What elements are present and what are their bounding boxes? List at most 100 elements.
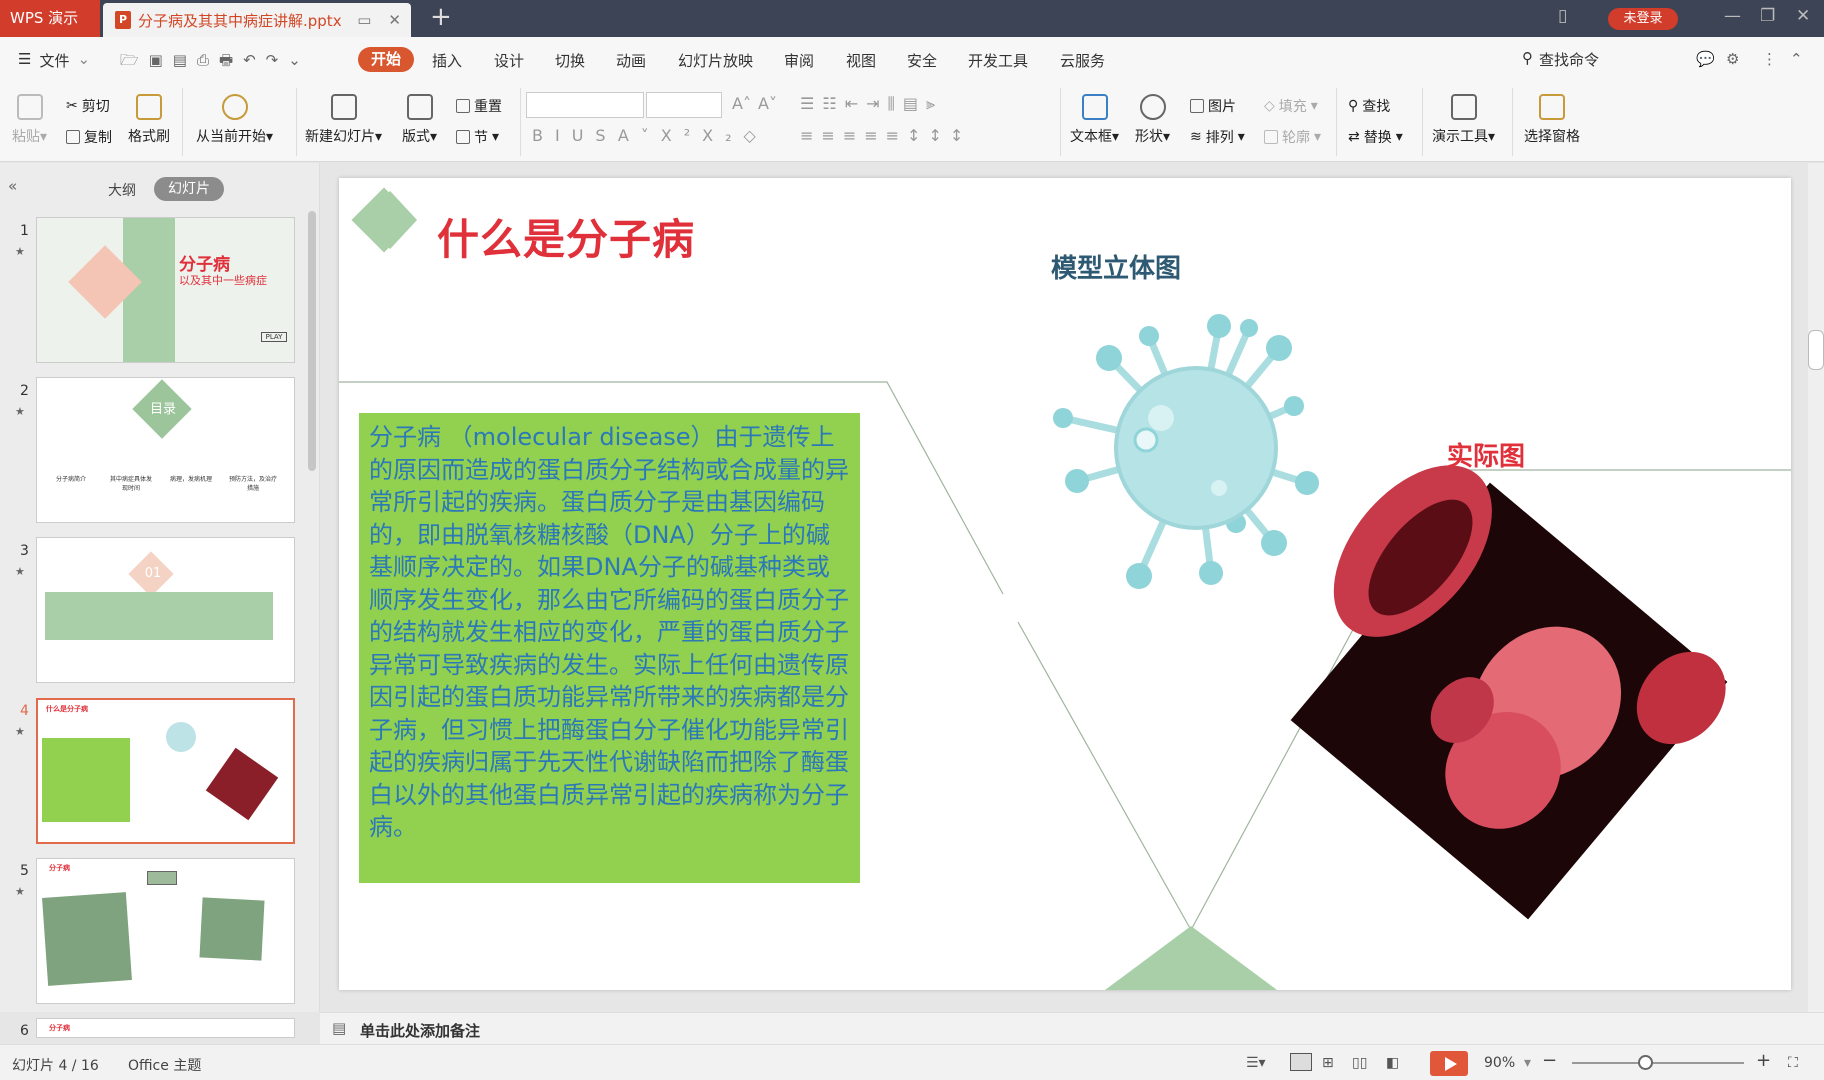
tab-developer[interactable]: 开发工具 bbox=[968, 50, 1028, 71]
font-size-select[interactable] bbox=[646, 92, 722, 118]
notes-bar[interactable]: ▤ 单击此处添加备注 bbox=[320, 1012, 1824, 1044]
tab-start[interactable]: 开始 bbox=[358, 47, 414, 72]
hamburger-icon: ☰ bbox=[18, 50, 32, 68]
shrink-font-icon[interactable]: A˅ bbox=[758, 94, 777, 113]
tab-outline[interactable]: 大纲 bbox=[108, 180, 136, 200]
more-icon[interactable]: ⋮ bbox=[1762, 50, 1777, 68]
minimize-icon[interactable]: — bbox=[1724, 6, 1741, 26]
zoom-slider[interactable] bbox=[1572, 1062, 1744, 1064]
selection-pane-button[interactable]: 选择窗格 bbox=[1524, 94, 1580, 146]
copy-button[interactable]: 复制 bbox=[66, 127, 112, 147]
comment-icon[interactable]: 💬 bbox=[1696, 50, 1715, 68]
slide-sorter-icon[interactable]: ⊞ bbox=[1322, 1055, 1334, 1071]
thumb-subtitle: 以及其中一些病症 bbox=[179, 274, 267, 287]
scissors-icon: ✂ bbox=[66, 98, 78, 114]
body-text-box[interactable]: 分子病 （molecular disease）由于遗传上的原因而造成的蛋白质分子… bbox=[359, 413, 860, 883]
layout-toggle-icon[interactable]: ▯ bbox=[1558, 6, 1567, 26]
outline-label: 轮廓 bbox=[1282, 130, 1310, 146]
tab-close-icon[interactable]: ✕ bbox=[388, 11, 401, 29]
ribbon-separator bbox=[182, 88, 183, 156]
notes-placeholder[interactable]: 单击此处添加备注 bbox=[360, 1020, 480, 1041]
slide-thumbnail-3[interactable]: 01 bbox=[36, 537, 295, 683]
font-format-buttons[interactable]: BIUSA˅X²X₂◇ bbox=[532, 126, 768, 145]
tab-review[interactable]: 审阅 bbox=[784, 50, 814, 71]
arrange-button[interactable]: ≋ 排列 ▾ bbox=[1190, 127, 1245, 147]
vertical-scroll-thumb[interactable] bbox=[1808, 330, 1824, 370]
pane-scrollbar[interactable] bbox=[308, 211, 316, 471]
paragraph-list-buttons[interactable]: ☰☷⇤⇥⫼▤⫸ bbox=[800, 94, 943, 114]
grow-font-icon[interactable]: A˄ bbox=[732, 94, 751, 113]
section-button[interactable]: 节 ▾ bbox=[456, 127, 499, 147]
slide-title[interactable]: 什么是分子病 bbox=[437, 206, 695, 267]
cut-button[interactable]: ✂ 剪切 bbox=[66, 96, 110, 116]
new-slide-button[interactable]: 新建幻灯片▾ bbox=[305, 94, 382, 146]
new-slide-label: 新建幻灯片 bbox=[305, 129, 375, 145]
close-window-icon[interactable]: ✕ bbox=[1796, 6, 1810, 26]
tab-view[interactable]: 视图 bbox=[846, 50, 876, 71]
notes-toggle-icon[interactable]: ☰▾ bbox=[1246, 1055, 1266, 1071]
model-image-label[interactable]: 模型立体图 bbox=[1051, 248, 1181, 285]
font-name-select[interactable] bbox=[526, 92, 644, 118]
format-painter-button[interactable]: 格式刷 bbox=[128, 94, 170, 146]
collapse-ribbon-icon[interactable]: ⌃ bbox=[1790, 50, 1803, 68]
vertical-scrollbar[interactable] bbox=[1808, 163, 1824, 1012]
zoom-level[interactable]: 90% bbox=[1484, 1055, 1515, 1071]
outline-button[interactable]: 轮廓 ▾ bbox=[1264, 127, 1321, 147]
tab-restore-icon[interactable]: ▭ bbox=[357, 11, 371, 29]
textbox-button[interactable]: 文本框▾ bbox=[1070, 94, 1119, 146]
play-from-current-button[interactable]: 从当前开始▾ bbox=[196, 94, 273, 146]
tab-animation[interactable]: 动画 bbox=[616, 50, 646, 71]
slide-thumbnail-1[interactable]: 分子病 以及其中一些病症 PLAY bbox=[36, 217, 295, 363]
shape-button[interactable]: 形状▾ bbox=[1135, 94, 1170, 146]
login-button[interactable]: 未登录 bbox=[1608, 8, 1678, 30]
new-tab-button[interactable]: + bbox=[430, 2, 452, 32]
slide-number: 3 bbox=[20, 543, 29, 559]
paragraph-align-buttons[interactable]: ≡≡≡≡≡↕↕↕ bbox=[800, 126, 971, 145]
document-tab[interactable]: P 分子病及其其中病症讲解.pptx ▭ ✕ bbox=[103, 3, 411, 37]
tab-insert[interactable]: 插入 bbox=[432, 50, 462, 71]
reset-button[interactable]: 重置 bbox=[456, 96, 502, 116]
zoom-slider-thumb[interactable] bbox=[1638, 1055, 1653, 1070]
presentation-tools-button[interactable]: 演示工具▾ bbox=[1432, 94, 1495, 146]
restore-icon[interactable]: ❐ bbox=[1760, 6, 1775, 26]
record-icon[interactable]: ◧ bbox=[1386, 1055, 1399, 1071]
fit-window-icon[interactable]: ⛶ bbox=[1788, 1055, 1798, 1071]
search-command[interactable]: ⚲ 查找命令 bbox=[1522, 49, 1599, 70]
play-slideshow-button[interactable] bbox=[1430, 1051, 1468, 1076]
gear-icon[interactable]: ⚙ bbox=[1726, 50, 1739, 68]
slide-thumbnail-4[interactable]: 什么是分子病 bbox=[36, 698, 295, 844]
slide-thumbnail-6[interactable]: 分子病 bbox=[36, 1018, 295, 1038]
tab-design[interactable]: 设计 bbox=[494, 50, 524, 71]
find-label: 查找 bbox=[1362, 99, 1391, 115]
reading-view-icon[interactable]: ▯▯ bbox=[1352, 1055, 1367, 1071]
file-menu[interactable]: ☰ 文件 ⌄ bbox=[18, 50, 90, 71]
zoom-in-icon[interactable]: + bbox=[1756, 1050, 1771, 1071]
thumb-photo bbox=[205, 747, 279, 821]
layout-button[interactable]: 版式▾ bbox=[402, 94, 437, 146]
real-image-label[interactable]: 实际图 bbox=[1447, 436, 1525, 473]
slide-counter: 幻灯片 4 / 16 bbox=[12, 1058, 99, 1074]
normal-view-icon[interactable] bbox=[1290, 1053, 1312, 1071]
replace-button[interactable]: ⇄ 替换 ▾ bbox=[1348, 127, 1403, 147]
zoom-out-icon[interactable]: − bbox=[1542, 1050, 1557, 1071]
slide-canvas[interactable]: 什么是分子病 模型立体图 实际图 分子病 （molecular disease）… bbox=[339, 178, 1791, 990]
picture-button[interactable]: 图片 bbox=[1190, 96, 1236, 116]
tab-slides[interactable]: 幻灯片 bbox=[154, 177, 224, 201]
zoom-dropdown-icon[interactable]: ▾ bbox=[1524, 1055, 1531, 1071]
slide-thumbnail-2[interactable]: 目录 分子病简介 其中病症具体发现时间 病理，发病机理 预防方法，及治疗措施 bbox=[36, 377, 295, 523]
tab-security[interactable]: 安全 bbox=[907, 50, 937, 71]
theme-name[interactable]: Office 主题 bbox=[128, 1055, 201, 1075]
slide-thumbnail-5[interactable]: 分子病 bbox=[36, 858, 295, 1004]
tab-transition[interactable]: 切换 bbox=[555, 50, 585, 71]
tab-cloud[interactable]: 云服务 bbox=[1060, 50, 1105, 71]
format-painter-label: 格式刷 bbox=[128, 129, 170, 145]
app-menu-button[interactable]: WPS 演示 bbox=[0, 0, 100, 37]
fill-button[interactable]: ◇ 填充 ▾ bbox=[1264, 96, 1318, 116]
tab-slideshow[interactable]: 幻灯片放映 bbox=[678, 50, 753, 71]
thumb-green-text bbox=[199, 897, 265, 961]
ribbon-separator bbox=[1060, 88, 1061, 156]
note-icon: ▤ bbox=[332, 1019, 347, 1037]
paste-button[interactable]: 粘贴▾ bbox=[12, 94, 47, 146]
quick-access-toolbar[interactable]: 🗁▣▤⎙🖶↶↷⌄ bbox=[120, 50, 311, 75]
find-button[interactable]: ⚲ 查找 bbox=[1348, 96, 1390, 116]
